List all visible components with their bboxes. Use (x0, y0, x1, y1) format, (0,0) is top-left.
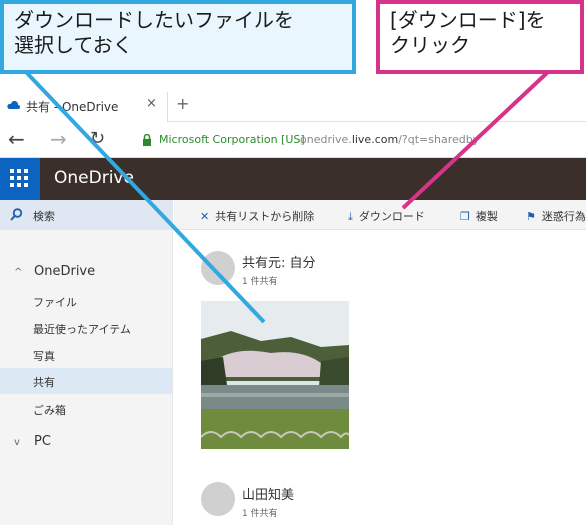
nav-section-pc[interactable]: v PC (14, 434, 51, 449)
sidebar-item-label: 共有 (33, 376, 55, 389)
sidebar-item-label: 最近使ったアイテム (33, 323, 131, 336)
copy-icon: ❐ (460, 210, 470, 223)
sidebar-item-label: ファイル (33, 296, 77, 309)
sidebar-item-recent[interactable]: 最近使ったアイテム (0, 315, 172, 341)
app-brand[interactable]: OneDrive (54, 168, 134, 188)
callout-line: 選択しておく (14, 33, 133, 57)
browser-tab-bar: 共有 - OneDrive × + (0, 86, 586, 122)
search-icon (10, 208, 23, 221)
onedrive-app-bar: OneDrive (0, 158, 586, 200)
nav-section-label: OneDrive (34, 264, 96, 279)
callout-line: ダウンロードしたいファイルを (14, 8, 294, 32)
waffle-icon (10, 169, 28, 187)
copy-label: 複製 (475, 210, 498, 223)
callout-click-download: [ダウンロード]を クリック (376, 0, 584, 74)
new-tab-button[interactable]: + (176, 94, 189, 113)
report-spam-button[interactable]: ⚑ 迷惑行為 (526, 208, 586, 224)
spam-label: 迷惑行為 (541, 210, 586, 223)
download-button[interactable]: ⤓ ダウンロード (348, 208, 425, 224)
landscape-photo (201, 301, 349, 449)
flag-icon: ⚑ (526, 210, 536, 223)
url-domain: live.com (351, 133, 399, 146)
browser-tab[interactable]: 共有 - OneDrive × (0, 92, 168, 122)
address-bar[interactable]: onedrive.live.com/?qt=sharedby (300, 133, 479, 146)
sidebar-item-photos[interactable]: 写真 (0, 342, 172, 368)
left-nav-pane: 検索 ^ OneDrive ファイル 最近使ったアイテム 写真 共有 ごみ箱 v P… (0, 200, 173, 525)
sidebar-item-files[interactable]: ファイル (0, 288, 172, 314)
share-owner[interactable]: 共有元: 自分 (242, 252, 316, 271)
search-label: 検索 (33, 210, 55, 223)
callout-line: クリック (390, 33, 470, 57)
copy-button[interactable]: ❐ 複製 (460, 208, 498, 224)
forward-arrow-icon[interactable]: → (50, 128, 67, 150)
share-count: 1 件共有 (242, 509, 278, 519)
chevron-up-icon: ^ (14, 267, 23, 278)
browser-nav-bar: ← → ↻ Microsoft Corporation [US] onedriv… (0, 122, 586, 158)
close-icon: ✕ (200, 210, 210, 223)
remove-from-shared-button[interactable]: ✕ 共有リストから削除 (200, 208, 314, 224)
chevron-down-icon: v (14, 437, 20, 448)
sidebar-item-label: 写真 (33, 350, 55, 363)
tab-title: 共有 - OneDrive (26, 100, 119, 114)
command-bar: ✕ 共有リストから削除 ⤓ ダウンロード ❐ 複製 ⚑ 迷惑行為 (174, 200, 586, 230)
nav-section-onedrive[interactable]: ^ OneDrive (14, 264, 95, 279)
app-launcher-button[interactable] (0, 158, 40, 200)
onedrive-cloud-icon (7, 100, 20, 109)
callout-select-file: ダウンロードしたいファイルを 選択しておく (0, 0, 356, 74)
close-tab-icon[interactable]: × (146, 96, 157, 111)
sidebar-item-shared[interactable]: 共有 (0, 368, 172, 394)
share-owner[interactable]: 山田知美 (242, 484, 294, 503)
back-arrow-icon[interactable]: ← (8, 128, 25, 150)
sidebar-item-label: ごみ箱 (33, 404, 66, 417)
certificate-label[interactable]: Microsoft Corporation [US] (159, 133, 305, 146)
url-path: /?qt=sharedby (398, 133, 480, 146)
avatar (201, 482, 235, 516)
nav-section-label: PC (34, 434, 51, 449)
remove-label: 共有リストから削除 (215, 210, 315, 223)
callout-line: [ダウンロード]を (390, 8, 546, 32)
refresh-icon[interactable]: ↻ (90, 128, 105, 150)
shared-photo-thumbnail[interactable] (201, 301, 349, 449)
download-label: ダウンロード (358, 210, 425, 223)
download-icon: ⤓ (348, 210, 353, 223)
share-count: 1 件共有 (242, 277, 278, 287)
avatar (201, 251, 235, 285)
sidebar-item-recycle-bin[interactable]: ごみ箱 (0, 396, 172, 422)
lock-icon (143, 134, 151, 146)
url-prefix: onedrive. (300, 133, 352, 146)
search-box[interactable]: 検索 (0, 200, 173, 230)
